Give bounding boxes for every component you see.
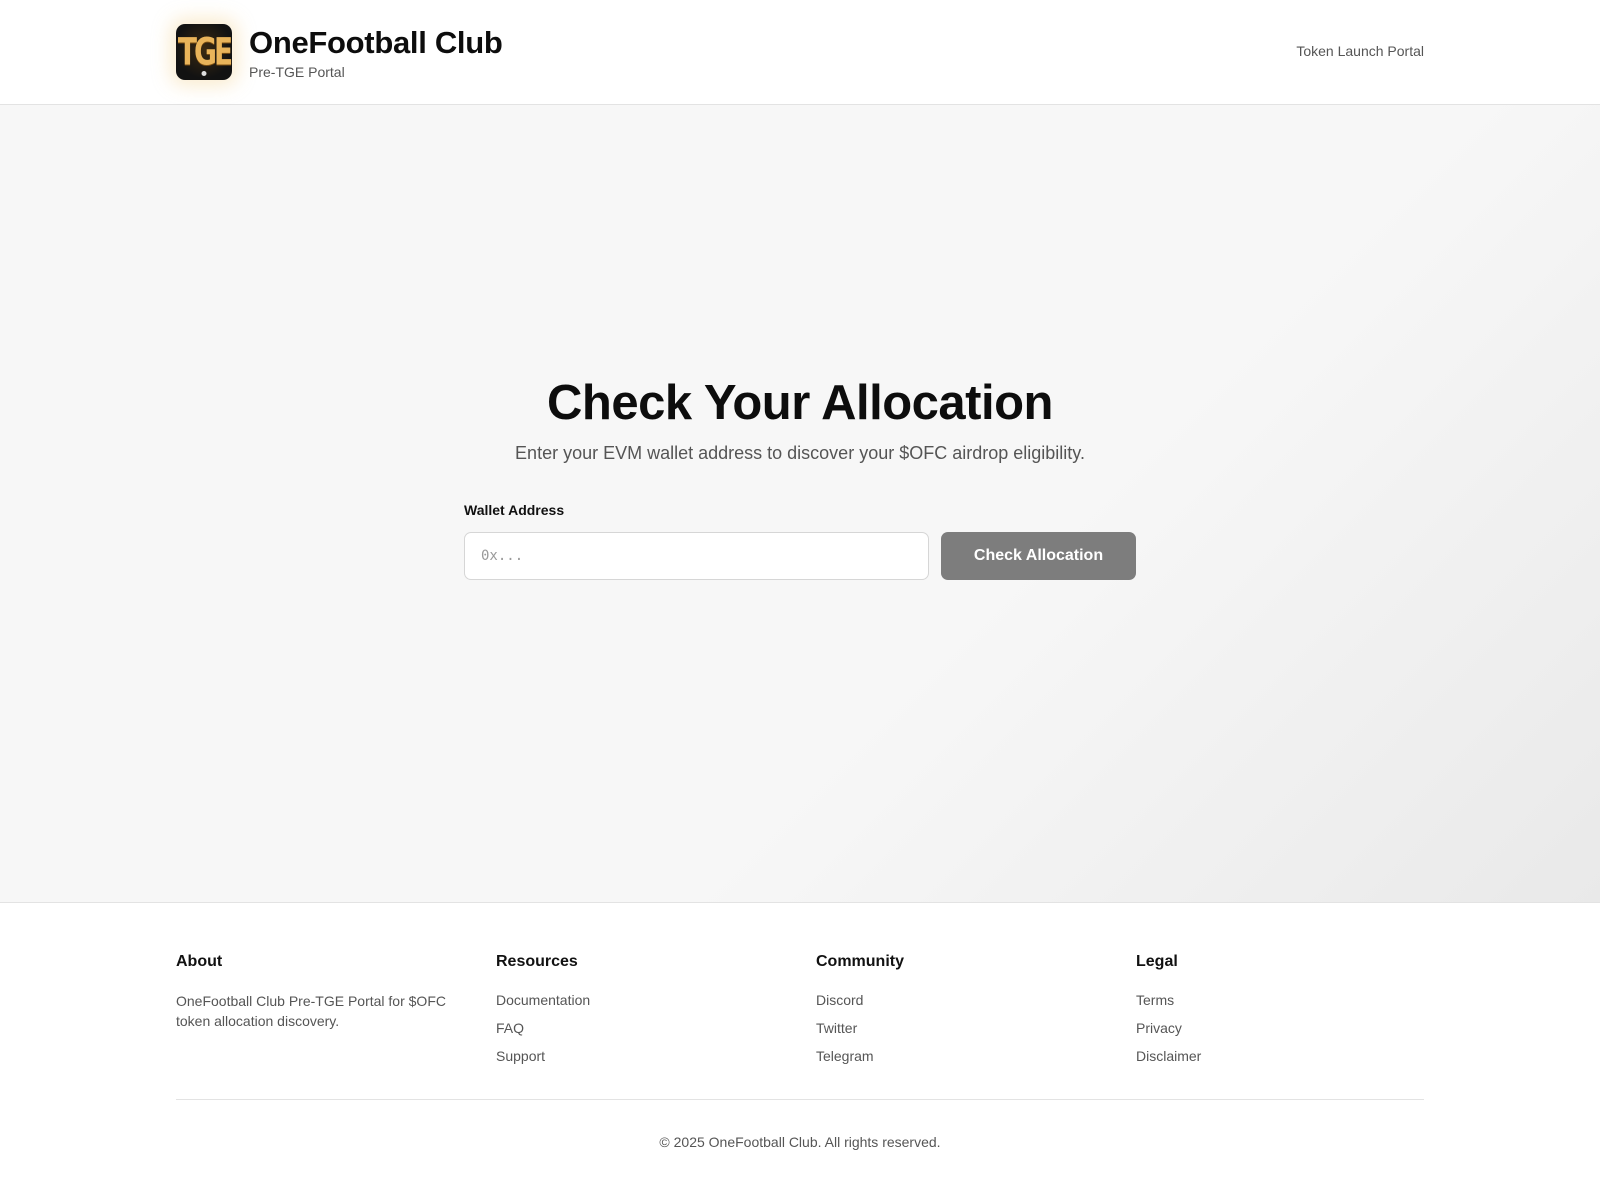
- site-footer: About OneFootball Club Pre-TGE Portal fo…: [0, 903, 1600, 1200]
- footer-link-telegram[interactable]: Telegram: [816, 1048, 874, 1064]
- footer-link-discord[interactable]: Discord: [816, 992, 863, 1008]
- footer-community: Community Discord Twitter Telegram: [816, 953, 904, 1075]
- site-subtitle: Pre-TGE Portal: [249, 63, 345, 80]
- wallet-address-input[interactable]: [464, 532, 929, 580]
- footer-community-heading: Community: [816, 953, 904, 970]
- footer-divider: [176, 1099, 1424, 1100]
- token-launch-portal-link[interactable]: Token Launch Portal: [1296, 43, 1424, 59]
- footer-about-text: OneFootball Club Pre-TGE Portal for $OFC…: [176, 993, 446, 1029]
- footer-link-privacy[interactable]: Privacy: [1136, 1020, 1182, 1036]
- tge-logo-icon: TGE: [176, 24, 233, 80]
- brand-text: OneFootball Club Pre-TGE Portal: [249, 25, 503, 80]
- page-subtitle: Enter your EVM wallet address to discove…: [515, 443, 1085, 463]
- site-header: TGE OneFootball Club Pre-TGE Portal Toke…: [0, 0, 1600, 105]
- site-title: OneFootball Club: [249, 24, 503, 60]
- logo-text: TGE: [177, 28, 233, 74]
- footer-legal: Legal Terms Privacy Disclaimer: [1136, 953, 1201, 1075]
- wallet-address-label: Wallet Address: [464, 502, 565, 518]
- brand[interactable]: TGE OneFootball Club Pre-TGE Portal: [176, 24, 503, 80]
- check-allocation-button[interactable]: Check Allocation: [941, 532, 1136, 580]
- footer-resources: Resources Documentation FAQ Support: [496, 953, 590, 1075]
- page-title: Check Your Allocation: [547, 376, 1053, 430]
- footer-link-twitter[interactable]: Twitter: [816, 1020, 857, 1036]
- footer-about: About OneFootball Club Pre-TGE Portal fo…: [176, 953, 456, 1031]
- footer-about-heading: About: [176, 953, 223, 970]
- footer-link-faq[interactable]: FAQ: [496, 1020, 524, 1036]
- footer-link-disclaimer[interactable]: Disclaimer: [1136, 1048, 1201, 1064]
- football-dot-icon: [201, 71, 207, 76]
- allocation-hero: Check Your Allocation Enter your EVM wal…: [0, 105, 1600, 903]
- footer-link-support[interactable]: Support: [496, 1048, 545, 1064]
- footer-resources-heading: Resources: [496, 953, 578, 970]
- copyright-text: © 2025 OneFootball Club. All rights rese…: [659, 1134, 941, 1150]
- footer-legal-heading: Legal: [1136, 953, 1178, 970]
- footer-link-terms[interactable]: Terms: [1136, 992, 1174, 1008]
- footer-link-documentation[interactable]: Documentation: [496, 992, 590, 1008]
